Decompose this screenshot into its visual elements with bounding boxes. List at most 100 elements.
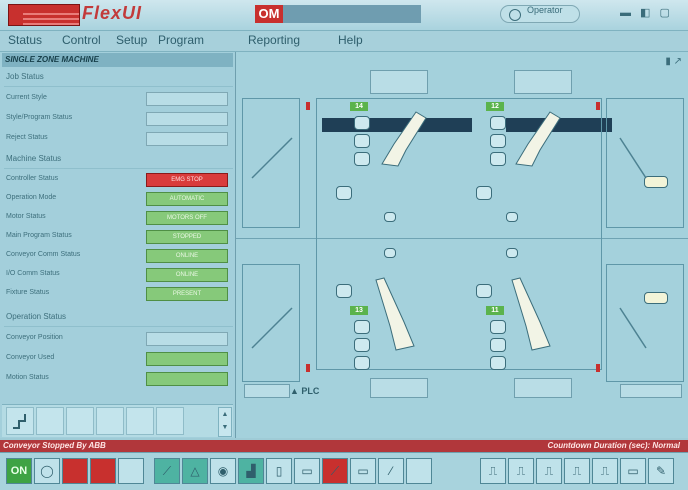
robot-arm-icon [381, 111, 427, 167]
robot-status-icon[interactable] [490, 338, 506, 352]
mode-badge[interactable]: OM [255, 5, 283, 23]
part-icon[interactable]: ▟ [238, 458, 264, 484]
message-slot [36, 407, 64, 435]
status-row: Fixture Status PRESENT [6, 287, 228, 301]
robot-status-icon[interactable] [490, 356, 506, 370]
row-label: Fixture Status [6, 289, 50, 296]
robot-status-icon[interactable] [490, 320, 506, 334]
status-row: Controller Status EMG STOP [6, 173, 228, 187]
row-label: Style/Program Status [6, 114, 73, 121]
abb-logo [8, 4, 80, 26]
row-value [146, 92, 228, 106]
row-label: Conveyor Comm Status [6, 251, 81, 258]
robot-status-icon[interactable] [336, 186, 352, 200]
status-row: Motion Status [6, 372, 228, 386]
status-bar: Conveyor Stopped By ABB Countdown Durati… [0, 440, 688, 452]
robot-status-icon[interactable] [476, 186, 492, 200]
robot-status-icon[interactable] [354, 320, 370, 334]
robot-status-icon[interactable] [354, 134, 370, 148]
status-row: I/O Comm Status ONLINE [6, 268, 228, 282]
robot-status-icon[interactable] [336, 284, 352, 298]
robot-status-icon[interactable] [490, 152, 506, 166]
row-value: PRESENT [146, 287, 228, 301]
menu-program[interactable]: Program [158, 33, 204, 47]
operator-button[interactable]: Operator [500, 5, 580, 23]
scrollbar[interactable]: ▲ ▼ [218, 407, 232, 437]
status-row: Operation Mode AUTOMATIC [6, 192, 228, 206]
cycle-icon[interactable]: ◯ [34, 458, 60, 484]
robot-arm-icon [375, 277, 415, 351]
robot-status-icon[interactable] [354, 356, 370, 370]
menu-setup[interactable]: Setup [116, 33, 147, 47]
alarm-marker [596, 364, 600, 372]
menu-control[interactable]: Control [62, 33, 101, 47]
on-button[interactable]: ON [6, 458, 32, 484]
robot-tag: 12 [486, 102, 504, 111]
message-slot [96, 407, 124, 435]
row-value [146, 132, 228, 146]
robot-arm-icon [511, 277, 551, 351]
panel-icon[interactable]: ▯ [266, 458, 292, 484]
menu-reporting[interactable]: Reporting [248, 33, 300, 47]
tool-icon[interactable]: ⟋ [154, 458, 180, 484]
message-area: ▲ ▼ [2, 404, 233, 437]
stair-icon[interactable] [6, 407, 34, 435]
operator-label: Operator [527, 5, 563, 15]
robot-status-icon[interactable] [490, 134, 506, 148]
message-slot [126, 407, 154, 435]
row-value: STOPPED [146, 230, 228, 244]
folder-icon[interactable]: ▭ [620, 458, 646, 484]
robot-icon[interactable]: ⟋ [322, 458, 348, 484]
status-row: Conveyor Comm Status ONLINE [6, 249, 228, 263]
stair-icon[interactable]: ⎍ [508, 458, 534, 484]
gate-icon [251, 137, 293, 349]
stair-icon[interactable]: ⎍ [592, 458, 618, 484]
row-label: Motor Status [6, 213, 46, 220]
title-bar: FlexUI OM Operator ▬ ◧ ▢ [0, 0, 688, 31]
row-label: Reject Status [6, 134, 48, 141]
pin-icon[interactable]: ▮ ↗ [665, 56, 682, 67]
menu-help[interactable]: Help [338, 33, 363, 47]
status-row: Main Program Status STOPPED [6, 230, 228, 244]
tool2-icon[interactable]: ⁄ [378, 458, 404, 484]
alarm-marker [306, 102, 310, 110]
row-value [146, 112, 228, 126]
robot-arm-icon [515, 111, 561, 167]
robot-tag: 13 [350, 306, 368, 315]
light-curtain-icon [644, 176, 668, 188]
group-title-job: Job Status [4, 70, 233, 87]
robot-status-icon[interactable] [354, 338, 370, 352]
dial-icon[interactable]: ◉ [210, 458, 236, 484]
user-icon [509, 9, 521, 21]
stair-icon[interactable]: ⎍ [536, 458, 562, 484]
status-message: Conveyor Stopped By ABB [3, 441, 106, 450]
link-icon[interactable]: ▭ [350, 458, 376, 484]
panel-title: SINGLE ZONE MACHINE [2, 53, 233, 67]
row-label: Controller Status [6, 175, 59, 182]
fixture-label [370, 378, 428, 398]
robot-status-icon[interactable] [354, 152, 370, 166]
blank-button[interactable] [118, 458, 144, 484]
stair-icon[interactable]: ⎍ [564, 458, 590, 484]
fixture-label [370, 70, 428, 94]
warning-icon[interactable]: △ [182, 458, 208, 484]
controller-icon[interactable]: ▭ [294, 458, 320, 484]
stop-icon[interactable] [62, 458, 88, 484]
message-slot [156, 407, 184, 435]
system-icons[interactable]: ▬ ◧ ▢ [620, 6, 680, 22]
alarm-marker [596, 102, 600, 110]
fixture-label [514, 378, 572, 398]
row-value [146, 372, 228, 386]
blank-button[interactable] [406, 458, 432, 484]
robot-status-icon[interactable] [476, 284, 492, 298]
robot-status-icon[interactable] [354, 116, 370, 130]
status-row: Conveyor Used [6, 352, 228, 366]
station-label [244, 384, 290, 398]
stair-icon[interactable]: ⎍ [480, 458, 506, 484]
robot-status-icon[interactable] [490, 116, 506, 130]
controller-status-value: EMG STOP [146, 173, 228, 187]
stop-icon[interactable] [90, 458, 116, 484]
sensor-icon [384, 212, 396, 222]
menu-status[interactable]: Status [8, 33, 42, 47]
edit-icon[interactable]: ✎ [648, 458, 674, 484]
